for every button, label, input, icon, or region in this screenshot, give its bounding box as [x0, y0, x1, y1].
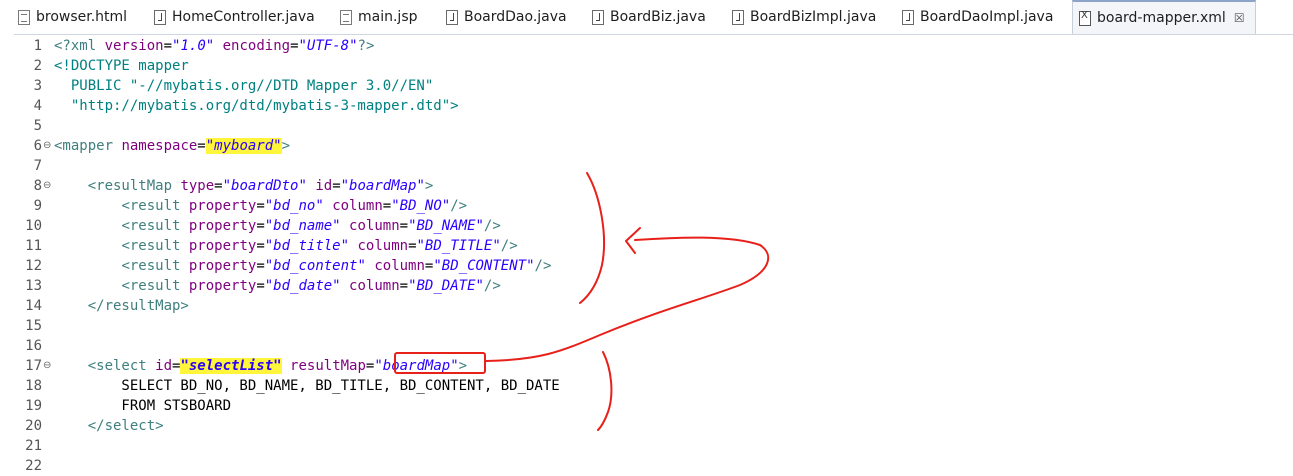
- code-line: 1 <?xml version="1.0" encoding="UTF-8"?>: [0, 36, 1293, 56]
- line-number: 3: [33, 78, 42, 94]
- line-number: 11: [25, 238, 42, 254]
- code-line: 2 <!DOCTYPE mapper: [0, 56, 1293, 76]
- tab-label: BoardBiz.java: [610, 9, 706, 25]
- code-text: </resultMap>: [54, 298, 189, 314]
- code-text: <result property="bd_no" column="BD_NO"/…: [121, 198, 468, 214]
- code-line: 12 <result property="bd_content" column=…: [0, 256, 1293, 276]
- code-line: 7: [0, 156, 1293, 176]
- code-line: 20 </select>: [0, 416, 1293, 436]
- code-line: 5: [0, 116, 1293, 136]
- close-icon[interactable]: ☒: [1234, 11, 1245, 25]
- code-line: 3 PUBLIC "-//mybatis.org//DTD Mapper 3.0…: [0, 76, 1293, 96]
- tab-boarddao-java[interactable]: BoardDao.java: [444, 0, 567, 34]
- tab-label: browser.html: [36, 9, 128, 25]
- tab-boardbiz-java[interactable]: BoardBiz.java: [590, 0, 706, 34]
- line-number: 19: [25, 398, 42, 414]
- line-number: 6: [33, 138, 42, 154]
- code-line: 22: [0, 456, 1293, 476]
- code-line: 21: [0, 436, 1293, 456]
- tab-boarddaoimpl-java[interactable]: BoardDaoImpl.java: [900, 0, 1053, 34]
- code-line: 18 SELECT BD_NO, BD_NAME, BD_TITLE, BD_C…: [0, 376, 1293, 396]
- code-line: 16: [0, 336, 1293, 356]
- document-icon: [18, 9, 30, 25]
- code-line: 11 <result property="bd_title" column="B…: [0, 236, 1293, 256]
- fold-icon[interactable]: ⊖: [43, 181, 51, 191]
- line-number: 15: [25, 318, 42, 334]
- java-file-icon: [154, 9, 166, 25]
- code-text: </select>: [54, 418, 164, 434]
- tab-homecontroller-java[interactable]: HomeController.java: [152, 0, 315, 34]
- java-file-icon: [446, 9, 458, 25]
- code-line: 17 ⊖ <select id="selectList" resultMap="…: [0, 356, 1293, 376]
- line-number: 13: [25, 278, 42, 294]
- tab-browser-html[interactable]: browser.html: [16, 0, 127, 34]
- code-line: 6 ⊖ <mapper namespace="myboard">: [0, 136, 1293, 156]
- line-number: 21: [25, 438, 42, 454]
- code-text: FROM STSBOARD: [54, 398, 232, 414]
- tab-label: BoardBizImpl.java: [750, 9, 877, 25]
- line-number: 20: [25, 418, 42, 434]
- editor-tab-bar: browser.html HomeController.java main.js…: [0, 0, 1293, 35]
- code-line: 15: [0, 316, 1293, 336]
- tab-label: BoardDaoImpl.java: [920, 9, 1054, 25]
- code-line: 14 </resultMap>: [0, 296, 1293, 316]
- line-number: 17: [25, 358, 42, 374]
- xml-file-icon: [1079, 10, 1091, 26]
- tab-label: main.jsp: [358, 9, 418, 25]
- highlighted-namespace: "myboard": [205, 138, 282, 154]
- code-text: <?xml version="1.0" encoding="UTF-8"?>: [54, 38, 375, 54]
- code-text: PUBLIC "-//mybatis.org//DTD Mapper 3.0//…: [54, 78, 434, 94]
- tab-label: HomeController.java: [172, 9, 315, 25]
- line-number: 10: [25, 218, 42, 234]
- tab-board-mapper-xml[interactable]: board-mapper.xml ☒: [1072, 0, 1256, 34]
- code-line: 13 <result property="bd_date" column="BD…: [0, 276, 1293, 296]
- java-file-icon: [902, 9, 914, 25]
- line-number: 12: [25, 258, 42, 274]
- tab-label: board-mapper.xml: [1097, 10, 1226, 26]
- code-text: SELECT BD_NO, BD_NAME, BD_TITLE, BD_CONT…: [54, 378, 560, 394]
- code-text: <result property="bd_content" column="BD…: [121, 258, 552, 274]
- code-line: 4 "http://mybatis.org/dtd/mybatis-3-mapp…: [0, 96, 1293, 116]
- line-number: 8: [33, 178, 42, 194]
- line-number: 2: [33, 58, 42, 74]
- tab-boardbizimpl-java[interactable]: BoardBizImpl.java: [730, 0, 876, 34]
- java-file-icon: [732, 9, 744, 25]
- line-number: 7: [33, 158, 42, 174]
- line-number: 4: [33, 98, 42, 114]
- tab-label: BoardDao.java: [464, 9, 567, 25]
- fold-icon[interactable]: ⊖: [43, 141, 51, 151]
- line-number: 18: [25, 378, 42, 394]
- line-number: 5: [33, 118, 42, 134]
- tab-main-jsp[interactable]: main.jsp: [338, 0, 418, 34]
- code-line: 10 <result property="bd_name" column="BD…: [0, 216, 1293, 236]
- code-text: <select id="selectList" resultMap="board…: [87, 358, 468, 374]
- code-text: <resultMap type="boardDto" id="boardMap"…: [87, 178, 434, 194]
- line-number: 1: [33, 38, 42, 54]
- line-number: 16: [25, 338, 42, 354]
- code-text: <!DOCTYPE mapper: [54, 58, 189, 74]
- line-number: 14: [25, 298, 42, 314]
- code-line: 8 ⊖ <resultMap type="boardDto" id="board…: [0, 176, 1293, 196]
- code-text: <result property="bd_date" column="BD_DA…: [121, 278, 501, 294]
- code-text: "http://mybatis.org/dtd/mybatis-3-mapper…: [54, 98, 459, 114]
- code-line: 19 FROM STSBOARD: [0, 396, 1293, 416]
- code-line: 9 <result property="bd_no" column="BD_NO…: [0, 196, 1293, 216]
- code-text: <result property="bd_name" column="BD_NA…: [121, 218, 501, 234]
- java-file-icon: [592, 9, 604, 25]
- line-number: 9: [33, 198, 42, 214]
- document-icon: [340, 9, 352, 25]
- line-number: 22: [25, 458, 42, 474]
- circled-resultmap-value: "boardMap": [374, 358, 459, 374]
- highlighted-select-id: "selectList": [180, 358, 282, 374]
- fold-icon[interactable]: ⊖: [43, 361, 51, 371]
- code-text: <mapper namespace="myboard">: [54, 138, 291, 154]
- code-text: <result property="bd_title" column="BD_T…: [121, 238, 518, 254]
